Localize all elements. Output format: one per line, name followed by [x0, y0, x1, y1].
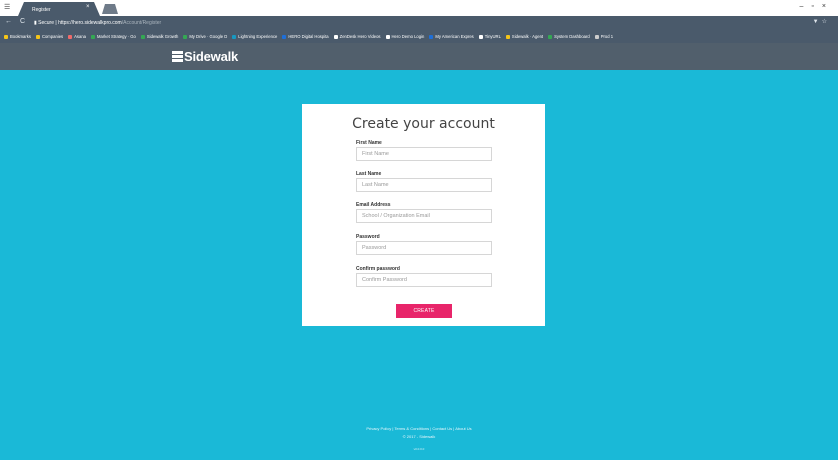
bookmark-label: My Drive · Google D: [189, 34, 228, 39]
bookmark-label: System Dashboard: [554, 34, 590, 39]
bookmark-label: Hero Demo Login: [391, 34, 425, 39]
bookmark-icon: [505, 34, 510, 39]
bookmark-item[interactable]: ZenDesk Hero Videos: [333, 34, 381, 39]
tab-title: Register: [32, 7, 51, 13]
email-input[interactable]: [356, 209, 492, 223]
bookmark-icon: [333, 34, 338, 39]
back-arrow-icon[interactable]: ←: [5, 18, 12, 25]
bookmark-icon: [35, 34, 40, 39]
bookmark-item[interactable]: Prod 1: [594, 34, 614, 39]
bookmark-item[interactable]: Sidewalk · Agent: [505, 34, 544, 39]
bookmark-label: ZenDesk Hero Videos: [339, 34, 381, 39]
browser-toolbar: ← C ▮ Secure | https://hero.sidewalkpro.…: [0, 16, 838, 30]
bookmark-label: Market Strategy · Go: [97, 34, 136, 39]
bookmark-label: Prod 1: [600, 34, 614, 39]
bookmark-item[interactable]: TinyURL: [478, 34, 501, 39]
bookmark-item[interactable]: Companies: [35, 34, 64, 39]
bookmark-label: My American Expres: [435, 34, 474, 39]
bookmark-item[interactable]: Lightning Experience: [232, 34, 277, 39]
bookmark-label: Sidewalk Growth: [146, 34, 179, 39]
bookmark-icon: [91, 34, 96, 39]
bookmark-item[interactable]: My American Expres: [429, 34, 474, 39]
last-name-input[interactable]: [356, 178, 492, 192]
bookmark-item[interactable]: HERO Digital Hospita: [282, 34, 329, 39]
confirm-password-label: Confirm password: [356, 266, 400, 272]
bookmark-icon: [594, 34, 599, 39]
last-name-label: Last Name: [356, 171, 382, 177]
bookmark-icon: [478, 34, 483, 39]
create-button[interactable]: CREATE: [396, 304, 452, 318]
footer-link[interactable]: Contact Us: [432, 426, 452, 431]
footer-copyright: © 2017 - Sidewalk: [402, 434, 436, 439]
bookmark-label: Companies: [41, 34, 64, 39]
sidewalk-logo-icon: [172, 51, 183, 62]
bookmark-item[interactable]: Market Strategy · Go: [91, 34, 136, 39]
bookmark-icon: [385, 34, 390, 39]
footer-link[interactable]: Terms & Conditions: [394, 426, 429, 431]
bookmark-icon: [429, 34, 434, 39]
new-tab-button[interactable]: [102, 4, 118, 14]
brand-name: Sidewalk: [184, 49, 239, 64]
window-controls[interactable]: –▫×: [800, 3, 834, 10]
footer-links: Privacy Policy | Terms & Conditions | Co…: [0, 426, 838, 431]
bookmark-icon: [4, 34, 8, 39]
bookmark-icon: [183, 34, 188, 39]
browser-menu-icon[interactable]: ☰: [4, 3, 10, 11]
url-path: /Account/Register: [121, 20, 162, 26]
first-name-label: First Name: [356, 140, 382, 146]
bookmark-label: TinyURL: [484, 34, 501, 39]
bookmark-label: Bookmarks: [10, 34, 31, 39]
register-card: Create your account First Name Last Name…: [302, 104, 545, 326]
bookmark-label: Lightning Experience: [238, 34, 278, 39]
bookmark-icon: [140, 34, 145, 39]
page-title: Create your account: [352, 116, 495, 132]
bookmark-icon: [548, 34, 553, 39]
site-header: Sidewalk: [0, 43, 838, 70]
bookmark-item[interactable]: Sidewalk Growth: [140, 34, 179, 39]
browser-titlebar: ☰ Register × –▫×: [0, 0, 838, 16]
bookmark-icon: [282, 34, 287, 39]
bookmark-icon: [232, 34, 237, 39]
bookmark-star-icon[interactable]: ▼☆: [813, 18, 830, 25]
bookmark-label: Sidewalk · Agent: [511, 34, 544, 39]
footer-link[interactable]: Privacy Policy: [366, 426, 391, 431]
confirm-password-input[interactable]: [356, 273, 492, 287]
bookmark-icon: [68, 34, 73, 39]
bookmark-item[interactable]: Bookmarks: [4, 34, 31, 39]
bookmarks-bar: Bookmarks Companies Asana Market Strategy ·…: [0, 30, 838, 43]
secure-label: Secure: [38, 20, 54, 26]
tab-close-icon[interactable]: ×: [86, 4, 90, 10]
password-input[interactable]: [356, 241, 492, 255]
first-name-input[interactable]: [356, 147, 492, 161]
footer-link[interactable]: About Us: [455, 426, 471, 431]
bookmark-item[interactable]: Hero Demo Login: [385, 34, 425, 39]
address-bar[interactable]: ▮ Secure | https://hero.sidewalkpro.com/…: [34, 18, 794, 28]
bookmark-label: HERO Digital Hospita: [288, 34, 329, 39]
reload-icon[interactable]: C: [20, 18, 25, 25]
bookmark-item[interactable]: Asana: [68, 34, 86, 39]
email-label: Email Address: [356, 202, 391, 208]
url-origin: https://hero.sidewalkpro.com: [58, 20, 122, 26]
bookmark-item[interactable]: System Dashboard: [548, 34, 590, 39]
footer-version: v0.0.0.0: [413, 447, 425, 451]
bookmark-label: Asana: [74, 34, 87, 39]
password-label: Password: [356, 234, 380, 240]
bookmark-item[interactable]: My Drive · Google D: [183, 34, 227, 39]
sidewalk-logo[interactable]: Sidewalk: [172, 49, 238, 64]
